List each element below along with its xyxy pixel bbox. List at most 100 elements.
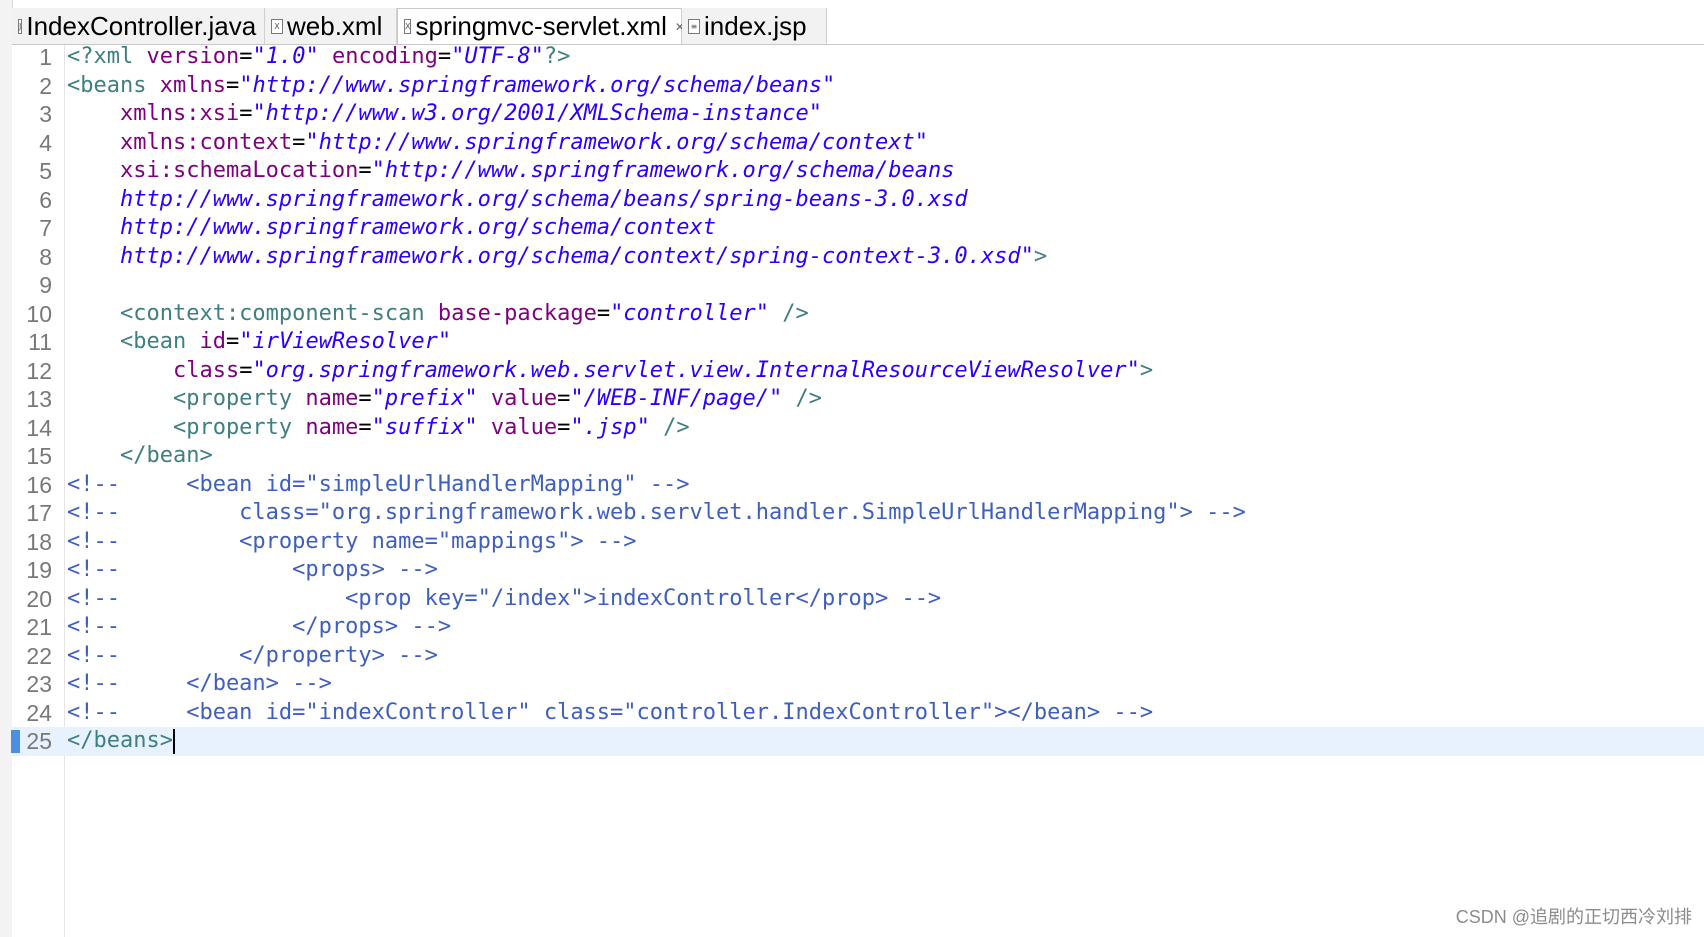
eclipse-editor-window: J IndexController.java X web.xml X sprin… [0,0,1704,937]
tab-label: index.jsp [704,10,807,41]
code-token: xsi:schemaLocation [67,158,359,183]
line-number: 1 [39,44,52,70]
code-line[interactable]: 12 class="org.springframework.web.servle… [12,357,1704,386]
code-token: <property [67,386,293,411]
java-file-icon: J [18,18,23,34]
code-line[interactable]: 5 xsi:schemaLocation="http://www.springf… [12,157,1704,186]
code-line[interactable]: 15 </bean> [12,442,1704,471]
code-token: "http://www.springframework.org/schema/c… [305,129,928,155]
code-token: xmlns:xsi [67,101,240,126]
line-number: 14 [26,414,52,441]
code-token: </beans> [67,728,173,753]
tab-index-controller-java[interactable]: J IndexController.java [12,8,265,44]
code-token: <!-- <bean id="indexController" class="c… [67,699,1154,725]
code-text: <!-- <bean id="simpleUrlHandlerMapping" … [67,471,690,500]
code-line[interactable]: 16 <!-- <bean id="simpleUrlHandlerMapping… [12,471,1704,500]
line-number: 23 [26,671,52,697]
code-token: = [292,129,306,155]
code-text: <!-- <props> --> [67,556,438,585]
line-number: 24 [26,699,52,726]
watermark-text: CSDN @追剧的正切西冷刘排 [1455,907,1692,927]
xml-file-icon: X [404,19,412,34]
code-token: <!-- <bean id="simpleUrlHandlerMapping" … [67,471,690,497]
code-line[interactable]: 11 <bean id="irViewResolver" [12,328,1704,357]
tab-label: IndexController.java [26,10,257,41]
code-token: ".jsp" [570,414,650,440]
code-token: class [67,357,240,383]
code-token: "irViewResolver" [239,329,452,354]
code-text: </bean> [67,442,213,471]
code-line[interactable]: 7 http://www.springframework.org/schema/… [12,214,1704,243]
code-token: <!-- <props> --> [67,557,438,582]
tab-index-jsp[interactable]: ≡ index.jsp [682,8,827,44]
code-token: base-package [424,300,597,326]
code-text: <!-- <prop key="/index">indexController<… [67,585,941,614]
code-token: version [133,44,240,69]
code-text: <property name="suffix" value=".jsp" /> [67,414,690,443]
code-text: http://www.springframework.org/schema/be… [67,186,968,215]
code-token: <!-- class="org.springframework.web.serv… [67,500,1246,525]
text-cursor [172,728,175,754]
code-token: id [186,329,226,354]
code-token: ?> [543,44,571,69]
line-number: 13 [26,386,52,412]
code-token: value [477,386,558,411]
code-token: <? [67,44,94,69]
code-text: xmlns:xsi="http://www.w3.org/2001/XMLSch… [67,100,822,129]
code-token: "UTF-8" [451,44,544,69]
code-token: http://www.springframework.org/schema/co… [67,215,717,240]
code-line[interactable]: 18 <!-- <property name="mappings"> --> [12,528,1704,557]
code-line[interactable]: 13 <property name="prefix" value="/WEB-I… [12,385,1704,414]
code-token: <!-- </bean> --> [67,671,332,696]
code-token: = [358,414,372,440]
code-token: xml [93,44,134,69]
code-token: xmlns:context [67,129,293,155]
code-token: "org.springframework.web.servlet.view.In… [252,357,1140,383]
code-token: = [557,386,571,411]
line-number: 5 [39,158,52,184]
code-token: "/WEB-INF/page/" [570,386,783,411]
tab-web-xml[interactable]: X web.xml [265,8,397,44]
tab-springmvc-servlet-xml[interactable]: X springmvc-servlet.xml ✕ [397,8,685,44]
code-token: = [358,386,372,411]
code-line[interactable]: 9 [12,271,1704,300]
code-line[interactable]: 24 <!-- <bean id="indexController" class=… [12,699,1704,728]
code-line[interactable]: 8 http://www.springframework.org/schema/… [12,243,1704,272]
code-line[interactable]: 2 <beans xmlns="http://www.springframewor… [12,72,1704,101]
code-token: <property [67,414,293,440]
line-number: 16 [26,471,52,498]
code-text: <context:component-scan base-package="co… [67,300,809,329]
code-line[interactable]: 1 <?xml version="1.0" encoding="UTF-8"?> [12,43,1704,72]
code-line[interactable]: 25 </beans> [11,727,1704,756]
code-line[interactable]: 19 <!-- <props> --> [12,556,1704,585]
code-text: <?xml version="1.0" encoding="UTF-8"?> [67,43,570,72]
code-text: <beans xmlns="http://www.springframework… [67,72,835,101]
code-line[interactable]: 22 <!-- </property> --> [12,642,1704,671]
code-token: "http://www.springframework.org/schema/b… [239,72,836,98]
code-line[interactable]: 6 http://www.springframework.org/schema/… [12,186,1704,215]
line-number: 9 [39,272,52,298]
code-line[interactable]: 17 <!-- class="org.springframework.web.se… [12,499,1704,528]
code-line[interactable]: 21 <!-- </props> --> [12,613,1704,642]
code-text: class="org.springframework.web.servlet.v… [67,357,1153,386]
code-token: <!-- <prop key="/index">indexController<… [67,585,942,611]
code-line[interactable]: 14 <property name="suffix" value=".jsp" … [12,414,1704,443]
code-token: > [1033,243,1048,269]
code-line[interactable]: 20 <!-- <prop key="/index">indexControlle… [12,585,1704,614]
code-line[interactable]: 23 <!-- </bean> --> [12,670,1704,699]
code-token: <beans [67,72,147,98]
code-token: <!-- <property name="mappings"> --> [67,528,637,554]
line-number: 7 [39,215,52,241]
line-number: 10 [26,300,52,327]
code-token: "http://www.springframework.org/schema/b… [371,158,955,183]
code-text: http://www.springframework.org/schema/co… [67,214,716,243]
line-number: 6 [39,186,52,213]
code-token: /> [649,414,690,440]
code-token: xmlns [146,72,226,98]
line-number: 15 [26,443,52,469]
code-line[interactable]: 4 xmlns:context="http://www.springframew… [12,129,1704,158]
line-number: 4 [39,129,52,156]
code-editor[interactable]: 1 <?xml version="1.0" encoding="UTF-8"?> 2… [11,43,1704,937]
code-line[interactable]: 10 <context:component-scan base-package=… [12,300,1704,329]
code-line[interactable]: 3 xmlns:xsi="http://www.w3.org/2001/XMLS… [12,100,1704,129]
